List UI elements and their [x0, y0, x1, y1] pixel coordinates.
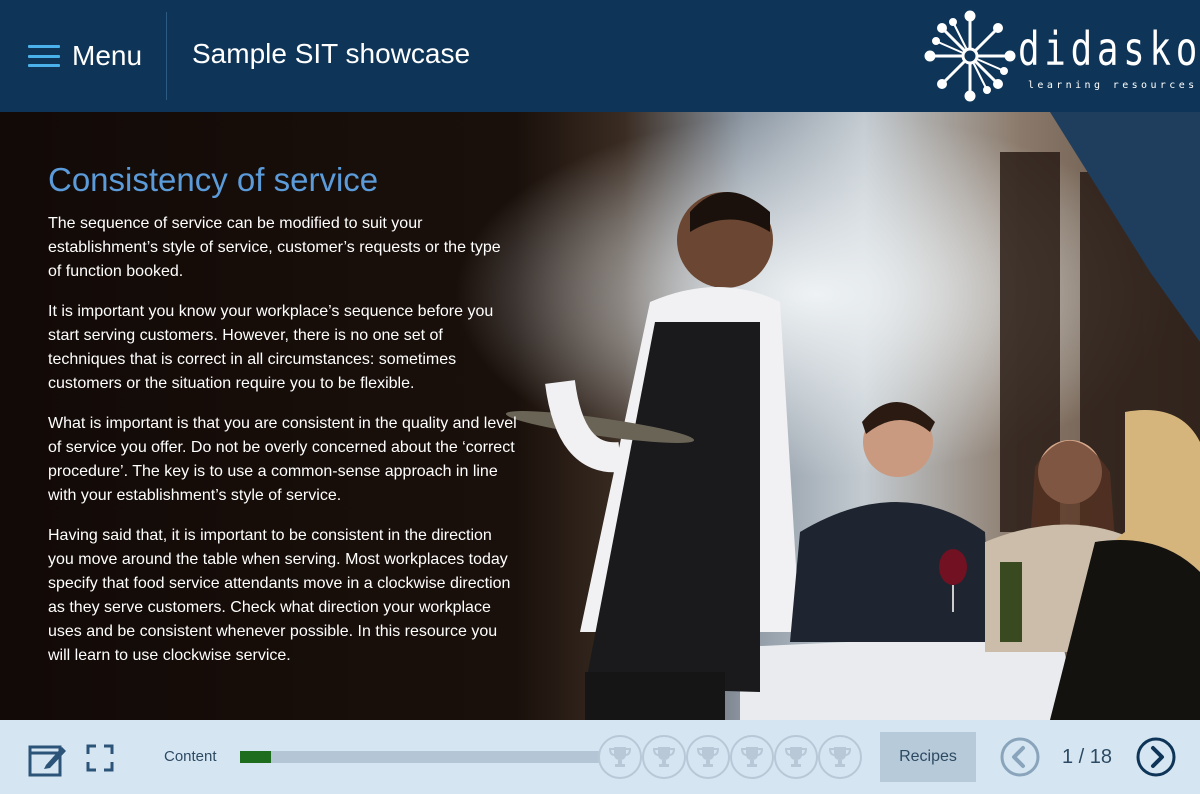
notes-icon: [28, 745, 66, 777]
slide-paragraph: The sequence of service can be modified …: [48, 215, 501, 280]
trophy-icon: [608, 747, 632, 767]
menu-label: Menu: [72, 40, 143, 71]
bottom-toolbar: Content Recipes 1 / 18: [0, 720, 1200, 794]
notes-button[interactable]: [28, 741, 68, 777]
page-counter: 1 / 18: [1062, 746, 1113, 768]
didasko-logo: didasko learning resources: [920, 8, 1197, 104]
menu-button[interactable]: Menu: [28, 32, 142, 80]
previous-page-button[interactable]: [1000, 737, 1040, 777]
slide-text-panel: Consistency of service The sequence of s…: [48, 160, 518, 684]
trophy-row: [598, 733, 862, 781]
slide-paragraph: What is important is that you are consis…: [48, 415, 517, 504]
sunburst-logo-icon: [924, 10, 1016, 102]
course-title: Sample SIT showcase: [192, 38, 471, 69]
trophy-icon: [828, 747, 852, 767]
trophy-icon: [696, 747, 720, 767]
progress-bar: [240, 751, 630, 763]
progress-label: Content: [164, 748, 217, 765]
recipes-button[interactable]: Recipes: [880, 732, 976, 782]
hamburger-icon: [28, 45, 60, 67]
trophy-badge: [818, 735, 862, 779]
trophy-badge: [598, 735, 642, 779]
trophy-badge: [642, 735, 686, 779]
trophy-badge: [774, 735, 818, 779]
slide-paragraph: Having said that, it is important to be …: [48, 527, 511, 664]
progress-fill: [240, 751, 272, 763]
trophy-badge: [730, 735, 774, 779]
top-bar: Menu Sample SIT showcase didasko learnin…: [0, 0, 1200, 112]
trophy-icon: [652, 747, 676, 767]
logo-wordmark: didasko: [1018, 22, 1200, 76]
chevron-right-icon: [1136, 737, 1176, 777]
logo-tagline: learning resources: [1028, 80, 1198, 91]
slide-title: Consistency of service: [48, 161, 379, 198]
chevron-left-icon: [1000, 737, 1040, 777]
slide-stage: Consistency of service The sequence of s…: [0, 112, 1200, 720]
next-page-button[interactable]: [1136, 737, 1176, 777]
trophy-icon: [740, 747, 764, 767]
fullscreen-button[interactable]: [86, 744, 114, 772]
fullscreen-icon: [86, 744, 114, 772]
trophy-icon: [784, 747, 808, 767]
trophy-badge: [686, 735, 730, 779]
slide-paragraph: It is important you know your workplace’…: [48, 303, 494, 392]
header-divider: [166, 12, 167, 100]
